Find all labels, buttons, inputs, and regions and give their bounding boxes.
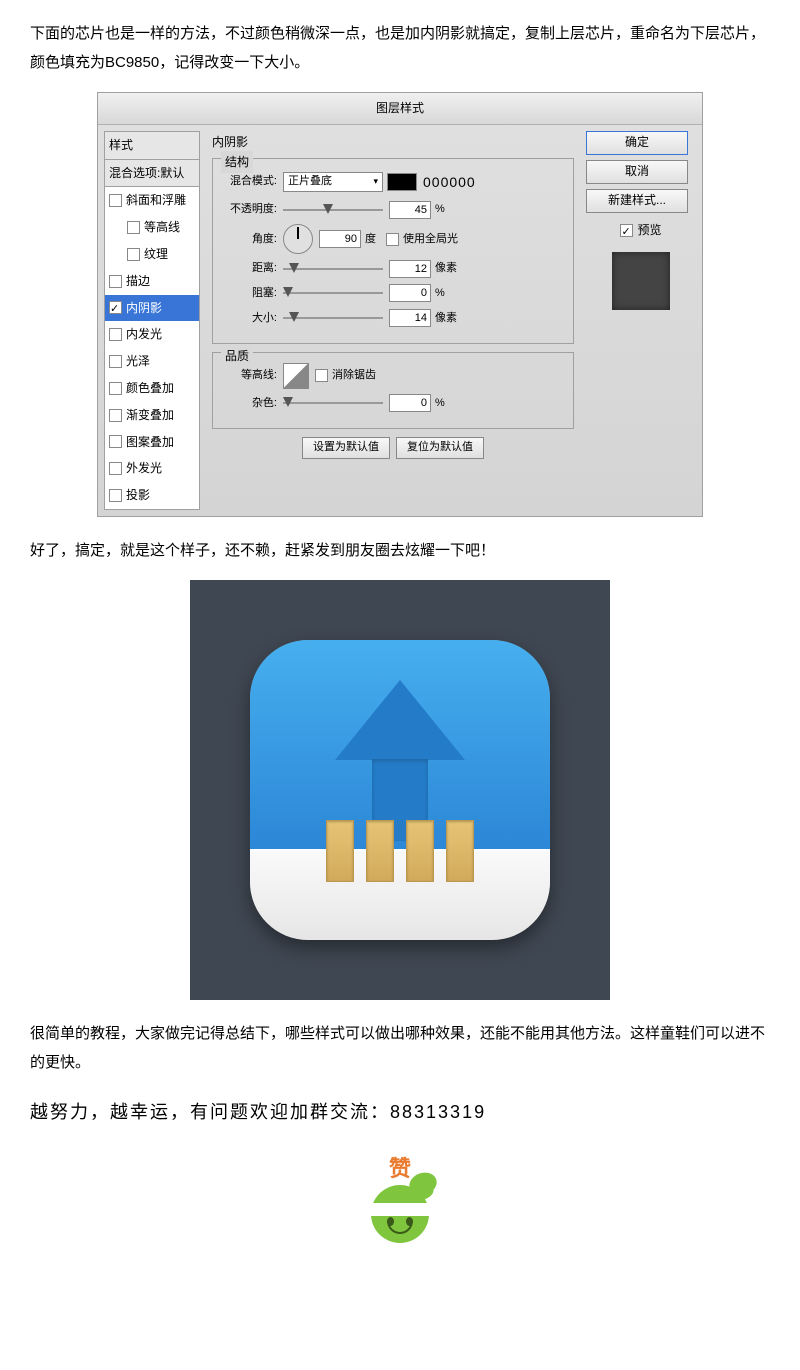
checkbox-stroke[interactable]	[109, 275, 122, 288]
style-drop-shadow[interactable]: 投影	[105, 482, 199, 509]
dialog-title: 图层样式	[98, 93, 702, 125]
color-hex: 000000	[423, 169, 476, 196]
blend-mode-label: 混合模式:	[221, 171, 277, 192]
layer-style-dialog: 图层样式 样式 混合选项:默认 斜面和浮雕 等高线 纹理 描边 内阴影 内发光 …	[97, 92, 703, 517]
zan-text: 赞	[340, 1148, 460, 1190]
styles-header: 样式	[104, 131, 200, 160]
distance-input[interactable]	[389, 260, 431, 278]
summary-text: 很简单的教程，大家做完记得总结下，哪些样式可以做出哪种效果，还能不能用其他方法。…	[30, 1020, 770, 1077]
opacity-label: 不透明度:	[221, 199, 277, 220]
face-icon	[371, 1185, 429, 1243]
style-outer-glow[interactable]: 外发光	[105, 455, 199, 482]
distance-label: 距离:	[221, 258, 277, 279]
reset-default-button[interactable]: 复位为默认值	[396, 437, 484, 459]
checkbox-gradient-overlay[interactable]	[109, 409, 122, 422]
intro-text: 下面的芯片也是一样的方法，不过颜色稍微深一点，也是加内阴影就搞定，复制上层芯片，…	[30, 20, 770, 77]
result-preview	[190, 580, 610, 1000]
antialias-checkbox[interactable]	[315, 369, 328, 382]
style-bevel[interactable]: 斜面和浮雕	[105, 187, 199, 214]
cancel-button[interactable]: 取消	[586, 160, 688, 184]
style-inner-shadow[interactable]: 内阴影	[105, 295, 199, 322]
upload-icon	[250, 640, 550, 940]
checkbox-outer-glow[interactable]	[109, 462, 122, 475]
style-contour[interactable]: 等高线	[105, 214, 199, 241]
settings-panel: 内阴影 结构 混合模式: 正片叠底▾ 000000 不透明度: % 角度:	[206, 131, 580, 510]
set-default-button[interactable]: 设置为默认值	[302, 437, 390, 459]
quality-legend: 品质	[221, 345, 253, 368]
preview-label: 预览	[637, 219, 661, 242]
footer-text: 越努力，越幸运，有问题欢迎加群交流：88313319	[30, 1095, 770, 1129]
color-swatch[interactable]	[387, 173, 417, 191]
angle-label: 角度:	[221, 229, 277, 250]
opacity-input[interactable]	[389, 201, 431, 219]
checkbox-inner-glow[interactable]	[109, 328, 122, 341]
checkbox-contour[interactable]	[127, 221, 140, 234]
chips	[326, 820, 474, 882]
checkbox-satin[interactable]	[109, 355, 122, 368]
style-gradient-overlay[interactable]: 渐变叠加	[105, 402, 199, 429]
global-light-label: 使用全局光	[403, 229, 458, 250]
checkbox-pattern-overlay[interactable]	[109, 435, 122, 448]
style-satin[interactable]: 光泽	[105, 348, 199, 375]
checkbox-bevel[interactable]	[109, 194, 122, 207]
style-texture[interactable]: 纹理	[105, 241, 199, 268]
angle-input[interactable]	[319, 230, 361, 248]
choke-slider[interactable]	[283, 286, 383, 300]
ok-button[interactable]: 确定	[586, 131, 688, 155]
opacity-slider[interactable]	[283, 203, 383, 217]
noise-label: 杂色:	[221, 393, 277, 414]
style-stroke[interactable]: 描边	[105, 268, 199, 295]
style-color-overlay[interactable]: 颜色叠加	[105, 375, 199, 402]
checkbox-drop-shadow[interactable]	[109, 489, 122, 502]
style-inner-glow[interactable]: 内发光	[105, 321, 199, 348]
preview-checkbox[interactable]	[620, 224, 633, 237]
preview-swatch	[612, 252, 670, 310]
checkbox-inner-shadow[interactable]	[109, 301, 122, 314]
choke-label: 阻塞:	[221, 283, 277, 304]
zan-emoji: 赞	[340, 1148, 460, 1244]
noise-slider[interactable]	[283, 396, 383, 410]
chevron-down-icon: ▾	[373, 173, 378, 190]
distance-slider[interactable]	[283, 262, 383, 276]
antialias-label: 消除锯齿	[332, 365, 376, 386]
global-light-checkbox[interactable]	[386, 233, 399, 246]
arrow-up-icon	[335, 680, 465, 840]
style-pattern-overlay[interactable]: 图案叠加	[105, 429, 199, 456]
styles-column: 样式 混合选项:默认 斜面和浮雕 等高线 纹理 描边 内阴影 内发光 光泽 颜色…	[104, 131, 200, 510]
noise-input[interactable]	[389, 394, 431, 412]
checkbox-texture[interactable]	[127, 248, 140, 261]
size-label: 大小:	[221, 308, 277, 329]
done-text: 好了，搞定，就是这个样子，还不赖，赶紧发到朋友圈去炫耀一下吧！	[30, 537, 770, 566]
dialog-buttons-column: 确定 取消 新建样式... 预览	[580, 131, 696, 510]
angle-dial[interactable]	[283, 224, 313, 254]
size-slider[interactable]	[283, 311, 383, 325]
checkbox-color-overlay[interactable]	[109, 382, 122, 395]
new-style-button[interactable]: 新建样式...	[586, 189, 688, 213]
choke-input[interactable]	[389, 284, 431, 302]
size-input[interactable]	[389, 309, 431, 327]
structure-legend: 结构	[221, 151, 253, 174]
contour-picker[interactable]	[283, 363, 309, 389]
panel-title: 内阴影	[212, 131, 574, 154]
contour-label: 等高线:	[221, 365, 277, 386]
blending-options[interactable]: 混合选项:默认	[104, 160, 200, 188]
blend-mode-dropdown[interactable]: 正片叠底▾	[283, 172, 383, 192]
